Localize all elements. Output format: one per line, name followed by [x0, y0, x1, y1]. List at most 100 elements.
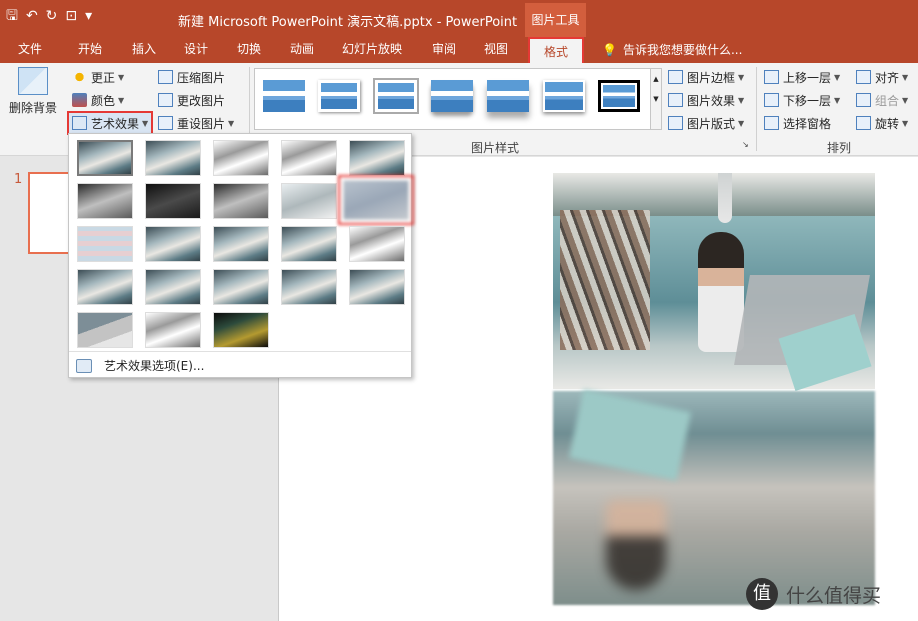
effect-marker[interactable] [145, 140, 201, 176]
change-picture-label: 更改图片 [177, 93, 226, 108]
effect-paint-strokes[interactable] [145, 183, 201, 219]
effect-glass[interactable] [349, 226, 405, 262]
customize-icon[interactable]: ▾ [85, 7, 92, 25]
tab-animations[interactable]: 动画 [290, 40, 314, 57]
effect-watercolor-sponge[interactable] [145, 226, 201, 262]
picture-style-3[interactable] [373, 78, 419, 114]
blurred-woman [606, 500, 666, 590]
rotate-button[interactable]: 旋转 ▼ [856, 113, 908, 133]
effect-blur[interactable] [338, 175, 414, 225]
dialog-launcher-icon[interactable]: ↘ [742, 140, 749, 149]
effect-pencil-grayscale[interactable] [213, 140, 269, 176]
effect-none[interactable] [77, 140, 133, 176]
brushes-in-cup [560, 210, 650, 350]
effect-mosaic-bubbles[interactable] [281, 226, 337, 262]
remove-background-button[interactable]: 删除背景 [5, 67, 61, 116]
slide-number: 1 [14, 172, 23, 187]
picture-style-preview [545, 82, 583, 110]
corrections-button[interactable]: 更正 ▼ [72, 67, 124, 87]
effects-options-icon [76, 358, 92, 373]
save-icon[interactable]: 🖫 [6, 7, 18, 25]
chevron-down-icon: ▼ [118, 72, 125, 82]
effect-texturizer[interactable] [145, 269, 201, 305]
picture-border-label: 图片边框 [687, 70, 736, 85]
window-title: 新建 Microsoft PowerPoint 演示文稿.pptx - Powe… [178, 15, 518, 30]
watermark-text: 什么值得买 [786, 584, 882, 607]
tell-me-text: 告诉我您想要做什么... [622, 43, 743, 57]
reset-icon [158, 116, 173, 130]
tab-format[interactable]: 格式 [528, 37, 584, 63]
picture-style-1[interactable] [263, 80, 305, 112]
present-icon[interactable]: ⊡ [65, 7, 77, 25]
change-picture-icon [158, 93, 173, 107]
align-button[interactable]: 对齐 ▼ [856, 67, 908, 87]
effect-pastels-smooth[interactable] [281, 269, 337, 305]
tab-review[interactable]: 审阅 [432, 40, 456, 57]
effect-pencil-sketch[interactable] [281, 140, 337, 176]
arrange-group-label: 排列 [827, 141, 852, 155]
effect-film-grain[interactable] [213, 226, 269, 262]
artistic-effects-menu: 艺术效果选项(E)... [68, 133, 414, 378]
effect-cutout[interactable] [77, 312, 133, 348]
picture-style-2[interactable] [318, 80, 360, 112]
effect-paint-brush[interactable] [213, 183, 269, 219]
undo-icon[interactable]: ↶ [26, 7, 38, 25]
effects-icon [668, 93, 683, 107]
tell-me-box[interactable]: 💡 告诉我您想要做什么... [602, 41, 742, 58]
chevron-down-icon: ▼ [738, 72, 745, 82]
color-icon [72, 93, 87, 107]
tab-view[interactable]: 视图 [484, 40, 508, 57]
send-backward-button[interactable]: 下移一层 ▼ [764, 90, 840, 110]
align-label: 对齐 [875, 70, 900, 85]
artistic-effects-options[interactable]: 艺术效果选项(E)... [76, 357, 204, 374]
lightbulb-icon: 💡 [602, 43, 617, 57]
effect-line-drawing[interactable] [349, 140, 405, 176]
change-picture-button[interactable]: 更改图片 [158, 90, 225, 110]
effect-glow-edges[interactable] [213, 312, 269, 348]
reset-label: 重设图片 [177, 116, 226, 131]
send-backward-icon [764, 93, 779, 107]
reset-picture-button[interactable]: 重设图片 ▼ [158, 113, 234, 133]
bring-forward-icon [764, 70, 779, 84]
effect-chalk-sketch[interactable] [77, 183, 133, 219]
picture-styles-group-label: 图片样式 [471, 141, 520, 155]
tab-insert[interactable]: 插入 [132, 40, 156, 57]
picture-style-4[interactable] [431, 80, 473, 112]
picture-border-button[interactable]: 图片边框 ▼ [668, 67, 744, 87]
effect-crisscross-etching[interactable] [213, 269, 269, 305]
picture-effects-button[interactable]: 图片效果 ▼ [668, 90, 744, 110]
selection-pane-button[interactable]: 选择窗格 [764, 113, 831, 133]
effect-glow-diffused[interactable] [281, 183, 337, 219]
chevron-down-icon: ▼ [118, 95, 125, 105]
redo-icon[interactable]: ↻ [46, 7, 58, 25]
chevron-down-icon: ▼ [142, 118, 149, 128]
group-label: 组合 [875, 93, 900, 108]
selection-pane-label: 选择窗格 [783, 116, 832, 131]
watermark-logo: 值 [746, 578, 778, 610]
tab-home[interactable]: 开始 [78, 40, 102, 57]
artistic-effects-button[interactable]: 艺术效果 ▼ [67, 111, 154, 135]
picture-style-7[interactable] [598, 80, 640, 112]
tab-file[interactable]: 文件 [18, 40, 42, 57]
color-label: 颜色 [91, 93, 116, 108]
gallery-scroll[interactable]: ▲ ▼ [650, 68, 662, 130]
picture-style-preview [603, 85, 635, 107]
effect-cement[interactable] [77, 269, 133, 305]
tab-slideshow[interactable]: 幻灯片放映 [342, 40, 402, 57]
tab-transitions[interactable]: 切换 [237, 40, 261, 57]
align-icon [856, 70, 871, 84]
picture-styles-gallery [254, 68, 662, 130]
bring-forward-button[interactable]: 上移一层 ▼ [764, 67, 840, 87]
picture-style-6[interactable] [543, 80, 585, 112]
compress-pictures-button[interactable]: 压缩图片 [158, 67, 225, 87]
effect-photocopy[interactable] [145, 312, 201, 348]
effect-plastic-wrap[interactable] [349, 269, 405, 305]
picture-layout-button[interactable]: 图片版式 ▼ [668, 113, 744, 133]
slide-thumbnail[interactable] [28, 172, 73, 254]
artistic-effects-label: 艺术效果 [91, 116, 140, 131]
group-button[interactable]: 组合 ▼ [856, 90, 908, 110]
color-button[interactable]: 颜色 ▼ [72, 90, 124, 110]
tab-design[interactable]: 设计 [184, 40, 208, 57]
picture-style-5[interactable] [487, 80, 529, 112]
effect-light-screen[interactable] [77, 226, 133, 262]
